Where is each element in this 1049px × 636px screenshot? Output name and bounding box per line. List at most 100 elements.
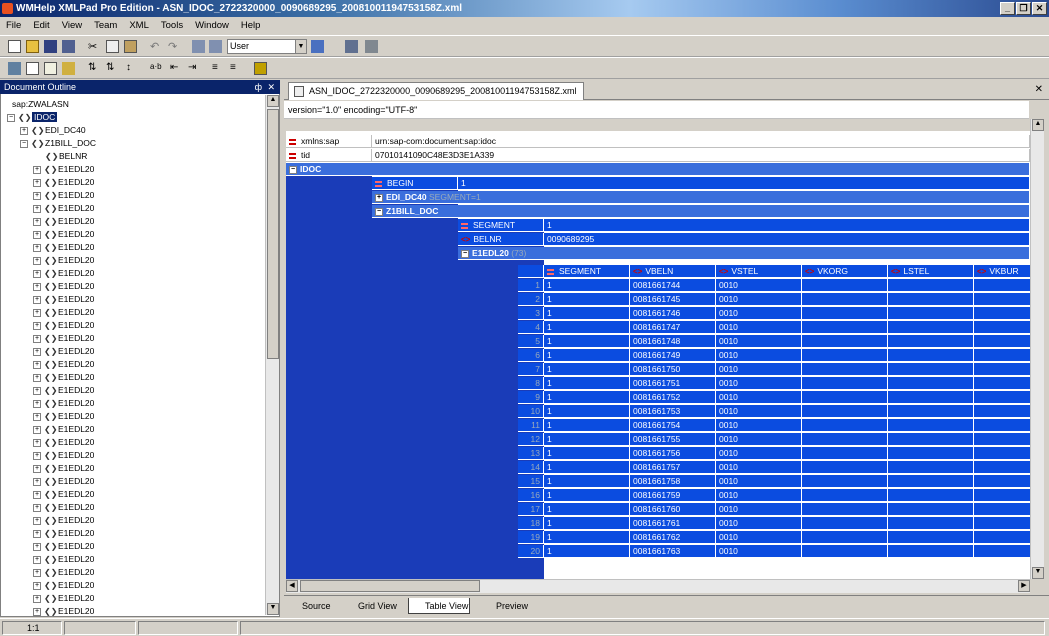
column-header-lstel[interactable]: <> LSTEL — [888, 265, 974, 278]
cell-segment[interactable]: 1 — [544, 545, 630, 558]
cell-vstel[interactable]: 0010 — [716, 307, 802, 320]
tree-item[interactable]: + ❮❯E1EDL20 — [33, 306, 94, 319]
cell-vstel[interactable]: 0010 — [716, 503, 802, 516]
cell-segment[interactable]: 1 — [544, 461, 630, 474]
redo-icon[interactable]: ↷ — [168, 40, 181, 53]
cell-vbeln[interactable]: 0081661756 — [630, 447, 716, 460]
tree-item[interactable]: + ❮❯E1EDL20 — [33, 189, 94, 202]
tree-item[interactable]: + ❮❯E1EDL20 — [33, 202, 94, 215]
menu-tools[interactable]: Tools — [155, 17, 189, 34]
bill-row[interactable]: − Z1BILL_DOC — [372, 205, 1030, 218]
file-tab[interactable]: ASN_IDOC_2722320000_0090689295_200810011… — [288, 82, 584, 100]
cell-segment[interactable]: 1 — [544, 489, 630, 502]
cell-vstel[interactable]: 0010 — [716, 433, 802, 446]
indent-icon[interactable] — [8, 62, 21, 75]
tree-bill[interactable]: − ❮❯Z1BILL_DOC — [20, 137, 96, 150]
validate-icon[interactable] — [192, 40, 205, 53]
segment-value[interactable]: 1 — [544, 219, 1030, 232]
cell-vbeln[interactable]: 0081661760 — [630, 503, 716, 516]
column-header-vstel[interactable]: <> VSTEL — [716, 265, 802, 278]
close-window-button[interactable]: ✕ — [1032, 2, 1047, 15]
tree-item[interactable]: + ❮❯E1EDL20 — [33, 553, 94, 566]
cell-vbeln[interactable]: 0081661757 — [630, 461, 716, 474]
indent-right-icon[interactable]: ⇥ — [188, 62, 201, 75]
save-all-icon[interactable] — [62, 40, 75, 53]
cell-segment[interactable]: 1 — [544, 335, 630, 348]
cell-vbeln[interactable]: 0081661753 — [630, 405, 716, 418]
cell-segment[interactable]: 1 — [544, 321, 630, 334]
format-icon[interactable] — [44, 62, 57, 75]
tree-item[interactable]: + ❮❯E1EDL20 — [33, 436, 94, 449]
edi-row[interactable]: + EDI_DC40 SEGMENT=1 — [372, 191, 1030, 204]
tree-edi[interactable]: + ❮❯EDI_DC40 — [20, 124, 86, 137]
sort-asc-icon[interactable]: ⇅ — [88, 62, 101, 75]
grid-icon[interactable] — [345, 40, 358, 53]
tree-item[interactable]: + ❮❯E1EDL20 — [33, 462, 94, 475]
cell-segment[interactable]: 1 — [544, 307, 630, 320]
cell-vstel[interactable]: 0010 — [716, 377, 802, 390]
menu-file[interactable]: File — [0, 17, 27, 34]
cell-vbeln[interactable]: 0081661754 — [630, 419, 716, 432]
cell-vbeln[interactable]: 0081661750 — [630, 363, 716, 376]
menu-xml[interactable]: XML — [123, 17, 155, 34]
scroll-left-icon[interactable]: ◀ — [286, 580, 298, 592]
cell-segment[interactable]: 1 — [544, 475, 630, 488]
cell-segment[interactable]: 1 — [544, 447, 630, 460]
cell-vbeln[interactable]: 0081661761 — [630, 517, 716, 530]
cell-vstel[interactable]: 0010 — [716, 321, 802, 334]
close-tab-icon[interactable]: ✕ — [1035, 84, 1043, 95]
chevron-down-icon[interactable]: ▼ — [295, 40, 306, 53]
belnr-value[interactable]: 0090689295 — [544, 233, 1030, 246]
tree-item[interactable]: + ❮❯E1EDL20 — [33, 384, 94, 397]
plugin-icon[interactable] — [254, 62, 267, 75]
cell-vstel[interactable]: 0010 — [716, 531, 802, 544]
outdent-icon[interactable]: ⇤ — [170, 62, 183, 75]
cell-segment[interactable]: 1 — [544, 433, 630, 446]
tree-item[interactable]: + ❮❯E1EDL20 — [33, 345, 94, 358]
tree-item[interactable]: + ❮❯E1EDL20 — [33, 241, 94, 254]
menu-window[interactable]: Window — [189, 17, 235, 34]
team-icon[interactable] — [311, 40, 324, 53]
menu-help[interactable]: Help — [235, 17, 267, 34]
user-select[interactable]: User ▼ — [227, 39, 307, 54]
open-folder-icon[interactable] — [26, 40, 39, 53]
cell-vbeln[interactable]: 0081661763 — [630, 545, 716, 558]
tree-item[interactable]: + ❮❯E1EDL20 — [33, 176, 94, 189]
cell-vbeln[interactable]: 0081661752 — [630, 391, 716, 404]
cell-vstel[interactable]: 0010 — [716, 447, 802, 460]
cell-vstel[interactable]: 0010 — [716, 545, 802, 558]
tree-idoc[interactable]: − ❮❯ IDOC — [7, 111, 58, 124]
tree-item[interactable]: + ❮❯E1EDL20 — [33, 228, 94, 241]
tree-item[interactable]: + ❮❯E1EDL20 — [33, 475, 94, 488]
scroll-down-icon[interactable]: ▼ — [1032, 567, 1044, 579]
cell-segment[interactable]: 1 — [544, 517, 630, 530]
paste-icon[interactable] — [124, 40, 137, 53]
cell-vbeln[interactable]: 0081661745 — [630, 293, 716, 306]
tree-item[interactable]: + ❮❯E1EDL20 — [33, 371, 94, 384]
cell-vbeln[interactable]: 0081661762 — [630, 531, 716, 544]
tree-item[interactable]: + ❮❯E1EDL20 — [33, 579, 94, 592]
tab-source[interactable]: Source — [286, 598, 338, 614]
menu-edit[interactable]: Edit — [27, 17, 55, 34]
tree-item[interactable]: + ❮❯E1EDL20 — [33, 358, 94, 371]
cell-vstel[interactable]: 0010 — [716, 349, 802, 362]
tree-item[interactable]: + ❮❯E1EDL20 — [33, 449, 94, 462]
tree-item[interactable]: + ❮❯E1EDL20 — [33, 267, 94, 280]
tree-item[interactable]: + ❮❯E1EDL20 — [33, 410, 94, 423]
cell-segment[interactable]: 1 — [544, 503, 630, 516]
tab-table-view[interactable]: Table View — [408, 598, 470, 614]
minimize-button[interactable]: _ — [1000, 2, 1015, 15]
tree-item[interactable]: + ❮❯E1EDL20 — [33, 605, 94, 618]
menu-view[interactable]: View — [56, 17, 88, 34]
tree-item[interactable]: + ❮❯E1EDL20 — [33, 566, 94, 579]
edit-icon[interactable] — [62, 62, 75, 75]
column-header-vbeln[interactable]: <> VBELN — [630, 265, 716, 278]
cell-vbeln[interactable]: 0081661748 — [630, 335, 716, 348]
tid-value[interactable]: 07010141090C48E3D3E1A339 — [372, 149, 1030, 162]
cell-segment[interactable]: 1 — [544, 377, 630, 390]
editor-horizontal-scrollbar[interactable]: ◀ ▶ — [286, 579, 1030, 593]
tree-item[interactable]: + ❮❯E1EDL20 — [33, 397, 94, 410]
outline-scrollbar[interactable]: ▲ ▼ — [265, 95, 279, 615]
cell-vstel[interactable]: 0010 — [716, 279, 802, 292]
cell-vstel[interactable]: 0010 — [716, 391, 802, 404]
